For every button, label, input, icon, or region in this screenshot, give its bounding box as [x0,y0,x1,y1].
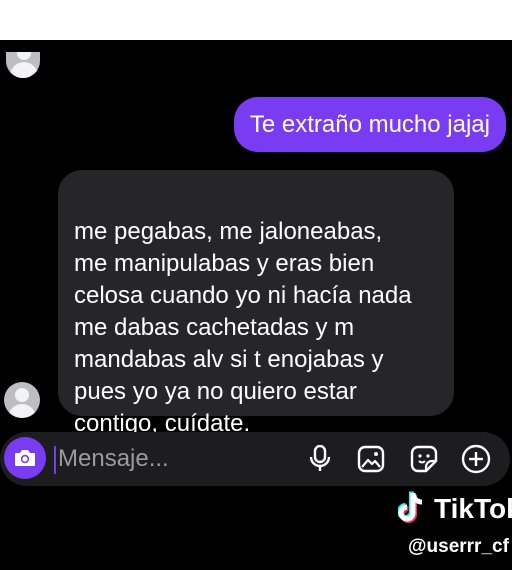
outgoing-message-bubble[interactable]: Te extraño mucho jajaj [233,97,506,152]
message-input[interactable]: Mensaje... [58,445,169,473]
avatar[interactable] [6,52,40,78]
tiktok-logo-icon [398,491,423,523]
camera-icon [15,450,35,466]
sticker-button[interactable] [408,443,440,475]
outgoing-message-text: Te extraño mucho jajaj [249,110,490,138]
sticker-icon [410,445,438,473]
avatar-body-shape [8,404,36,418]
plus-icon [461,444,491,474]
watermark-handle: @userrr_cf [408,536,509,557]
incoming-message-bubble[interactable]: me pegabas, me jaloneabas, me manipulaba… [58,170,454,437]
incoming-message-text: me pegabas, me jaloneabas, me manipulaba… [74,218,412,437]
gallery-button[interactable] [355,443,387,475]
gallery-icon [357,445,385,473]
microphone-button[interactable] [304,443,336,475]
avatar-head-shape [15,388,29,402]
text-caret [54,446,56,474]
microphone-icon [309,445,331,471]
avatar-head-shape [17,52,31,60]
add-button[interactable] [460,443,492,475]
watermark-brand: TikTok [434,493,512,524]
avatar[interactable] [4,382,40,418]
camera-button[interactable] [4,437,46,479]
message-composer: Mensaje... [0,432,510,486]
tiktok-watermark: TikTok [398,488,512,530]
avatar-body-shape [10,62,38,78]
